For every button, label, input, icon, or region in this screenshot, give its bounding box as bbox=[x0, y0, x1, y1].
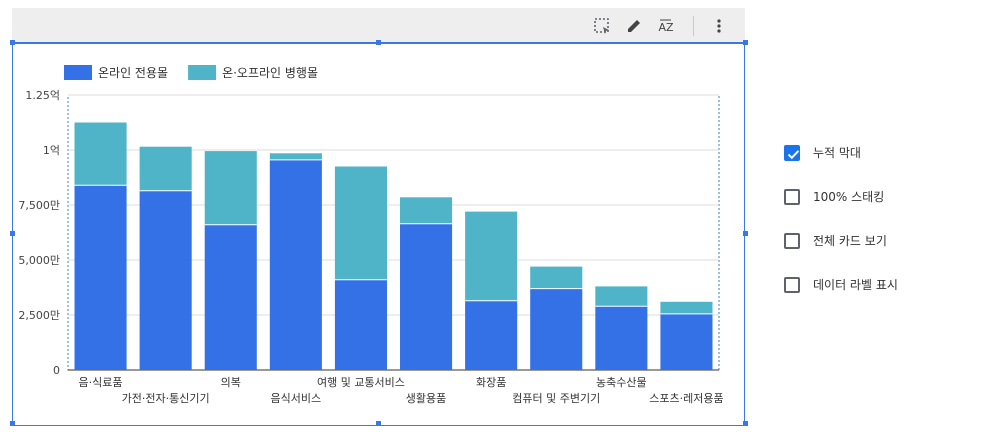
bar-segment bbox=[660, 313, 713, 370]
bar-segment bbox=[139, 190, 192, 370]
option-row[interactable]: 누적 막대 bbox=[784, 141, 898, 185]
x-tick-label: 생활용품 bbox=[406, 391, 446, 405]
option-checkbox[interactable] bbox=[784, 189, 800, 205]
x-tick-label: 컴퓨터 및 주변기기 bbox=[512, 392, 600, 405]
option-checkbox[interactable] bbox=[784, 277, 800, 293]
x-tick-label: 여행 및 교통서비스 bbox=[317, 376, 405, 389]
x-tick-label: 음·식료품 bbox=[79, 376, 123, 389]
chart-options-panel: 누적 막대 100% 스태킹전체 카드 보기데이터 라벨 표시 bbox=[784, 141, 898, 317]
option-label: 전체 카드 보기 bbox=[813, 234, 887, 248]
option-row[interactable]: 100% 스태킹 bbox=[784, 185, 898, 229]
option-label: 누적 막대 bbox=[813, 146, 861, 160]
bar-segment bbox=[269, 159, 322, 370]
x-tick-label: 스포츠·레저용품 bbox=[649, 392, 723, 405]
bar-segment bbox=[334, 279, 387, 370]
option-row[interactable]: 데이터 라벨 표시 bbox=[784, 273, 898, 317]
bar-segment bbox=[465, 300, 518, 370]
y-tick-label: 2,500만 bbox=[18, 309, 60, 322]
option-checkbox[interactable] bbox=[784, 233, 800, 249]
legend-swatch bbox=[64, 65, 92, 80]
legend-label: 온라인 전용몰 bbox=[98, 66, 168, 80]
bar-segment bbox=[400, 197, 453, 224]
bar-segment bbox=[139, 146, 192, 191]
legend-swatch bbox=[188, 65, 217, 80]
y-tick-label: 1억 bbox=[43, 144, 60, 157]
y-tick-label: 1.25억 bbox=[25, 89, 60, 102]
bar-segment bbox=[269, 153, 322, 160]
bar-segment bbox=[595, 306, 648, 370]
bar-segment bbox=[204, 151, 257, 225]
bar-segment bbox=[660, 301, 713, 314]
check-icon bbox=[787, 150, 800, 160]
legend-label: 온·오프라인 병행몰 bbox=[222, 65, 318, 80]
option-checkbox[interactable] bbox=[784, 145, 800, 161]
y-tick-label: 7,500만 bbox=[18, 199, 60, 212]
bar-segment bbox=[530, 288, 583, 370]
bar-segment bbox=[530, 266, 583, 289]
x-tick-label: 의복 bbox=[221, 376, 241, 389]
option-label: 데이터 라벨 표시 bbox=[813, 278, 898, 292]
bar-segment bbox=[465, 211, 518, 301]
bar-segment bbox=[334, 166, 387, 280]
bar-segment bbox=[74, 185, 127, 370]
y-tick-label: 5,000만 bbox=[18, 254, 60, 267]
x-tick-label: 화장품 bbox=[476, 376, 506, 389]
bar-segment bbox=[204, 224, 257, 370]
bar-segment bbox=[74, 122, 127, 186]
x-tick-label: 음식서비스 bbox=[271, 392, 322, 405]
x-tick-label: 농축수산물 bbox=[596, 376, 647, 389]
chart-card[interactable]: AZ 0 2,500만 5,000만 7,500만 1억 1.25억 음·식료품 가전·전자·… bbox=[10, 8, 748, 426]
x-tick-label: 가전·전자·통신기기 bbox=[122, 392, 210, 405]
bar-segment bbox=[595, 286, 648, 307]
option-label: 100% 스태킹 bbox=[813, 190, 885, 204]
stacked-bar-chart: 0 2,500만 5,000만 7,500만 1억 1.25억음·식료품가전·전자·통신기… bbox=[18, 65, 724, 405]
bar-segment bbox=[400, 223, 453, 370]
y-tick-label: 0 bbox=[53, 364, 60, 377]
option-row[interactable]: 전체 카드 보기 bbox=[784, 229, 898, 273]
